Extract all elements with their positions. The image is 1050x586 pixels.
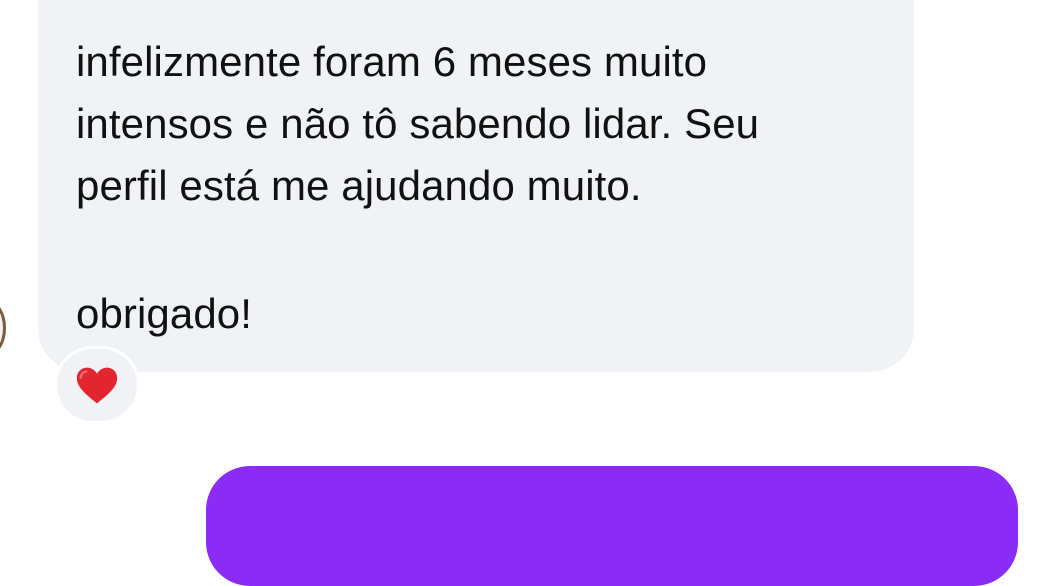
outgoing-message-bubble[interactable] xyxy=(206,466,1018,586)
message-reaction-badge[interactable] xyxy=(54,346,140,424)
sender-avatar[interactable] xyxy=(0,300,6,356)
heart-icon xyxy=(75,364,119,406)
message-text-line: infelizmente foram 6 meses muito xyxy=(76,38,708,85)
message-text-line: intensos e não tô sabendo lidar. Seu xyxy=(76,100,760,147)
message-text-line: obrigado! xyxy=(76,290,253,337)
message-text-line: perfil está me ajudando muito. xyxy=(76,162,642,209)
